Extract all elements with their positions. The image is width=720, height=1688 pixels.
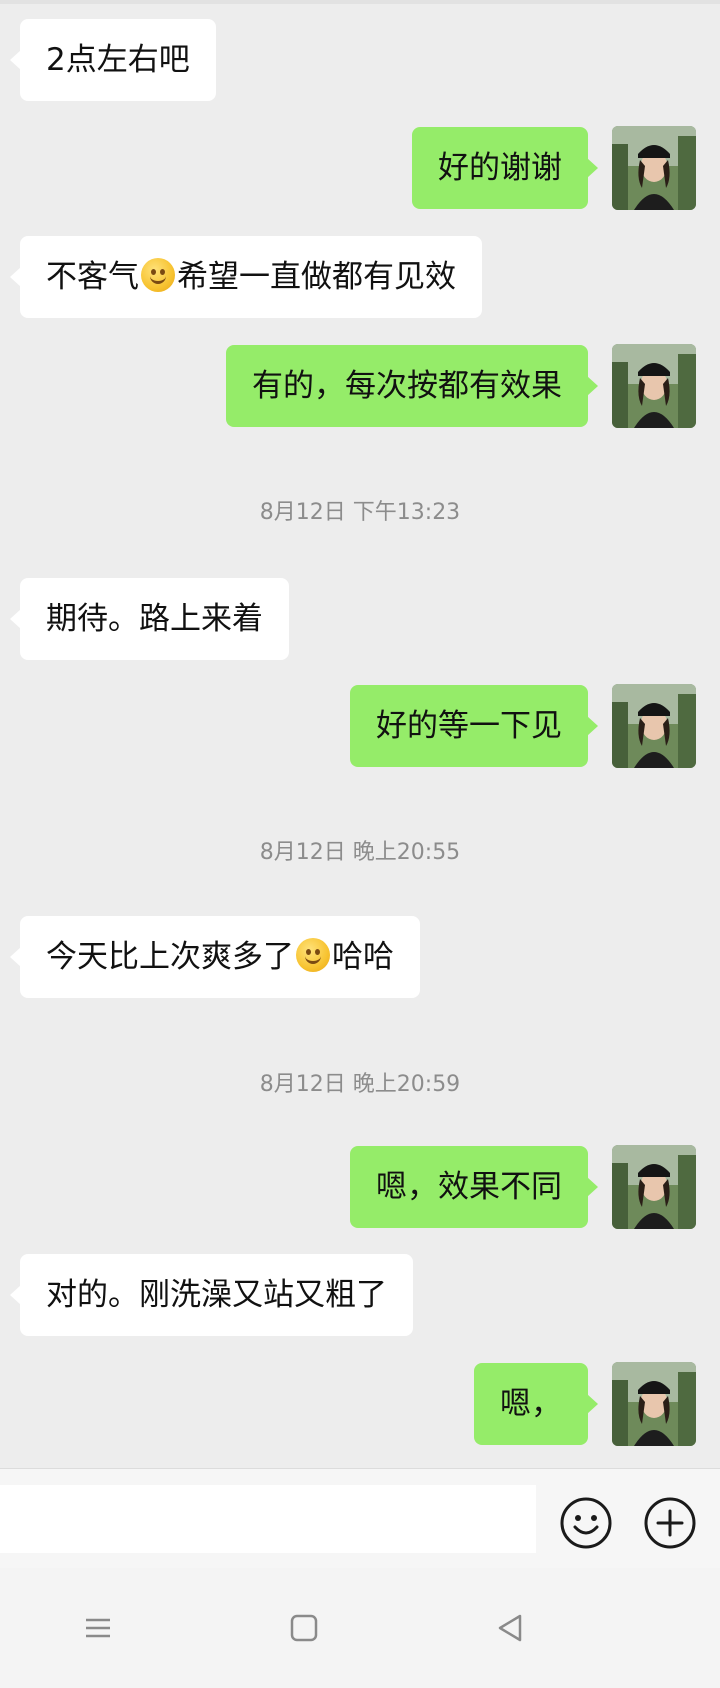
message-text: 今天比上次爽多了 <box>46 939 294 975</box>
chat-area[interactable]: 2点左右吧 好的谢谢 不客气 希望一直做都有见效 有的，每次按都有效果 8月12… <box>0 0 720 1468</box>
smile-emoji-icon <box>141 258 175 292</box>
avatar[interactable] <box>612 1362 696 1446</box>
nav-menu-button[interactable] <box>76 1606 120 1650</box>
emoji-button[interactable] <box>558 1495 614 1551</box>
received-message-bubble[interactable]: 对的。刚洗澡又站又粗了 <box>10 1254 413 1336</box>
sent-message-bubble[interactable]: 有的，每次按都有效果 <box>226 345 598 427</box>
sent-message-bubble[interactable]: 好的谢谢 <box>412 127 598 209</box>
message-input[interactable] <box>0 1485 536 1553</box>
timestamp: 8月12日 晚上20:55 <box>259 840 461 865</box>
received-message-bubble[interactable]: 期待。路上来着 <box>10 578 289 660</box>
message-text: 希望一直做都有见效 <box>177 259 456 295</box>
back-triangle-icon <box>498 1614 522 1642</box>
avatar[interactable] <box>612 1145 696 1229</box>
avatar[interactable] <box>612 684 696 768</box>
avatar-image <box>612 344 696 428</box>
avatar-image <box>612 1145 696 1229</box>
square-icon <box>290 1614 318 1642</box>
nav-home-button[interactable] <box>282 1606 326 1650</box>
received-message-bubble[interactable]: 2点左右吧 <box>10 19 216 101</box>
plus-circle-icon <box>644 1497 696 1549</box>
avatar-image <box>612 1362 696 1446</box>
menu-icon <box>86 1618 110 1638</box>
plus-button[interactable] <box>642 1495 698 1551</box>
system-navigation-bar <box>0 1568 720 1688</box>
avatar-image <box>612 126 696 210</box>
smiley-icon <box>560 1497 612 1549</box>
message-text: 哈哈 <box>332 939 394 975</box>
sent-message-bubble[interactable]: 好的等一下见 <box>350 685 598 767</box>
grin-emoji-icon <box>296 938 330 972</box>
top-divider <box>0 0 720 4</box>
message-text: 不客气 <box>46 259 139 295</box>
avatar[interactable] <box>612 344 696 428</box>
sent-message-bubble[interactable]: 嗯，效果不同 <box>350 1146 598 1228</box>
nav-back-button[interactable] <box>488 1606 532 1650</box>
timestamp: 8月12日 下午13:23 <box>259 500 461 525</box>
sent-message-bubble[interactable]: 嗯， <box>474 1363 598 1445</box>
message-input-bar <box>0 1468 720 1568</box>
avatar-image <box>612 684 696 768</box>
received-message-bubble[interactable]: 今天比上次爽多了 哈哈 <box>10 916 420 998</box>
timestamp: 8月12日 晚上20:59 <box>259 1072 461 1097</box>
avatar[interactable] <box>612 126 696 210</box>
received-message-bubble[interactable]: 不客气 希望一直做都有见效 <box>10 236 482 318</box>
